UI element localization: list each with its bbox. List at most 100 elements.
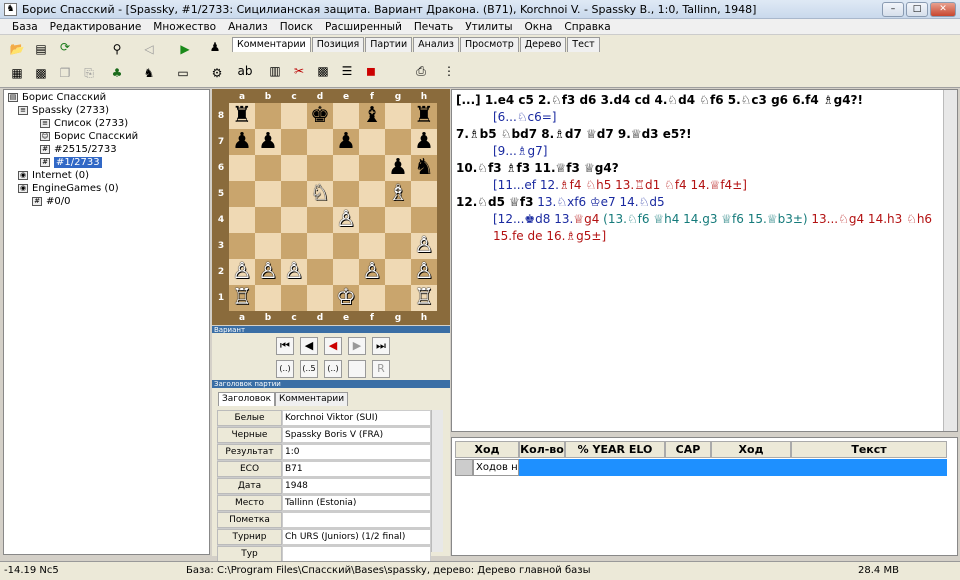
square-c1[interactable] bbox=[281, 285, 307, 311]
header-field-value[interactable]: Tallinn (Estonia) bbox=[282, 495, 431, 511]
next-variation-button[interactable]: (..) bbox=[324, 360, 342, 378]
square-a8[interactable]: ♜ bbox=[229, 103, 255, 129]
next-move-button[interactable]: ▶ bbox=[348, 337, 366, 355]
print-icon[interactable]: ⎙ bbox=[412, 63, 430, 79]
copy-icon[interactable]: ❐ bbox=[56, 65, 74, 81]
square-a5[interactable] bbox=[229, 181, 255, 207]
header-row[interactable]: Турнир Ch URS (Juniors) (1/2 final) bbox=[217, 529, 431, 546]
square-c2[interactable]: ♙ bbox=[281, 259, 307, 285]
header-row[interactable]: Пометка bbox=[217, 512, 431, 529]
square-g2[interactable] bbox=[385, 259, 411, 285]
list-icon[interactable]: ☰ bbox=[338, 63, 356, 79]
menu-item[interactable]: Расширенный bbox=[319, 21, 408, 33]
square-d7[interactable] bbox=[307, 129, 333, 155]
notation-scrollbar[interactable] bbox=[943, 90, 957, 431]
square-f7[interactable] bbox=[359, 129, 385, 155]
tree-internet[interactable]: ◉ Internet (0) bbox=[18, 170, 89, 181]
header-field-value[interactable]: Spassky Boris V (FRA) bbox=[282, 427, 431, 443]
tab-position[interactable]: Позиция bbox=[311, 37, 365, 52]
square-a1[interactable]: ♖ bbox=[229, 285, 255, 311]
square-g3[interactable] bbox=[385, 233, 411, 259]
prev-move-button[interactable]: ◀ bbox=[300, 337, 318, 355]
settings-icon[interactable]: ⚙ bbox=[208, 65, 226, 81]
grid-icon[interactable]: ▩ bbox=[32, 65, 50, 81]
back-arrow-icon[interactable]: ◁ bbox=[140, 41, 158, 57]
search-icon[interactable]: ⚲ bbox=[108, 41, 126, 57]
square-g6[interactable]: ♟ bbox=[385, 155, 411, 181]
square-d6[interactable] bbox=[307, 155, 333, 181]
close-button[interactable]: ✕ bbox=[930, 2, 956, 17]
minimize-button[interactable]: – bbox=[882, 2, 904, 17]
square-c5[interactable] bbox=[281, 181, 307, 207]
play-icon[interactable]: ▶ bbox=[176, 41, 194, 57]
square-h4[interactable] bbox=[411, 207, 437, 233]
current-move-button[interactable]: ◀ bbox=[324, 337, 342, 355]
square-h5[interactable] bbox=[411, 181, 437, 207]
variation-line[interactable]: [11...ef 12.♗f4 ♘h5 13.♖d1 ♘f4 14.♕f4±] bbox=[456, 177, 953, 194]
calculator-icon[interactable]: ▥ bbox=[266, 63, 284, 79]
square-f2[interactable]: ♙ bbox=[359, 259, 385, 285]
menu-item[interactable]: Редактирование bbox=[44, 21, 148, 33]
col-text[interactable]: Текст bbox=[791, 441, 947, 458]
tree-icon[interactable]: ♣ bbox=[108, 65, 126, 81]
notation-line[interactable]: 10.♘f3 ♗f3 11.♕f3 ♕g4? bbox=[456, 160, 953, 177]
square-b4[interactable] bbox=[255, 207, 281, 233]
square-d1[interactable] bbox=[307, 285, 333, 311]
square-h2[interactable]: ♙ bbox=[411, 259, 437, 285]
square-a4[interactable] bbox=[229, 207, 255, 233]
tab-header-comments[interactable]: Комментарии bbox=[275, 392, 349, 406]
edit-button[interactable]: R bbox=[372, 360, 390, 378]
square-c3[interactable] bbox=[281, 233, 307, 259]
square-g1[interactable] bbox=[385, 285, 411, 311]
square-b3[interactable] bbox=[255, 233, 281, 259]
header-field-value[interactable] bbox=[282, 546, 431, 562]
square-a3[interactable] bbox=[229, 233, 255, 259]
square-c8[interactable] bbox=[281, 103, 307, 129]
database-icon[interactable]: ▤ bbox=[32, 41, 50, 57]
square-g8[interactable] bbox=[385, 103, 411, 129]
square-f8[interactable]: ♝ bbox=[359, 103, 385, 129]
menu-item[interactable]: Утилиты bbox=[459, 21, 518, 33]
square-a7[interactable]: ♟ bbox=[229, 129, 255, 155]
col-move[interactable]: Ход bbox=[455, 441, 519, 458]
variation-line[interactable]: [6...♘c6=] bbox=[456, 109, 953, 126]
col-count[interactable]: Кол-во bbox=[519, 441, 565, 458]
text-format-icon[interactable]: ab bbox=[236, 63, 254, 79]
notation-line[interactable]: 12.♘d5 ♕f3 13.♘xf6 ♔e7 14.♘d5 bbox=[456, 194, 953, 211]
chessboard[interactable]: ♜ ♚ ♝ ♜ ♟ ♟ ♟ ♟ ♟ ♞ ♘ ♗ ♙ ♙ ♙ ♙ ♙ ♙ ♙ ♖ ♔ ♖ bbox=[229, 103, 437, 311]
square-e2[interactable] bbox=[333, 259, 359, 285]
paste-icon[interactable]: ⎘ bbox=[80, 65, 98, 81]
square-d4[interactable] bbox=[307, 207, 333, 233]
chessboard-icon[interactable]: ▩ bbox=[314, 63, 332, 79]
square-c7[interactable] bbox=[281, 129, 307, 155]
square-a6[interactable] bbox=[229, 155, 255, 181]
square-b2[interactable]: ♙ bbox=[255, 259, 281, 285]
square-a2[interactable]: ♙ bbox=[229, 259, 255, 285]
header-field-value[interactable]: B71 bbox=[282, 461, 431, 477]
board-icon[interactable]: ▦ bbox=[8, 65, 26, 81]
header-field-value[interactable]: 1:0 bbox=[282, 444, 431, 460]
square-b8[interactable] bbox=[255, 103, 281, 129]
square-h7[interactable]: ♟ bbox=[411, 129, 437, 155]
notation-panel[interactable]: [...] 1.e4 c5 2.♘f3 d6 3.d4 cd 4.♘d4 ♘f6… bbox=[451, 89, 958, 432]
players-icon[interactable]: ♟ bbox=[206, 39, 224, 55]
square-c4[interactable] bbox=[281, 207, 307, 233]
header-field-value[interactable]: Korchnoi Viktor (SUI) bbox=[282, 410, 431, 426]
scissors-icon[interactable]: ✂ bbox=[290, 63, 308, 79]
square-d2[interactable] bbox=[307, 259, 333, 285]
square-c6[interactable] bbox=[281, 155, 307, 181]
square-f4[interactable] bbox=[359, 207, 385, 233]
tab-test[interactable]: Тест bbox=[567, 37, 600, 52]
square-b1[interactable] bbox=[255, 285, 281, 311]
square-b5[interactable] bbox=[255, 181, 281, 207]
tab-analysis[interactable]: Анализ bbox=[413, 37, 459, 52]
header-field-value[interactable]: Ch URS (Juniors) (1/2 final) bbox=[282, 529, 431, 545]
menu-item[interactable]: Справка bbox=[558, 21, 616, 33]
header-scrollbar[interactable] bbox=[431, 410, 443, 552]
square-d3[interactable] bbox=[307, 233, 333, 259]
square-f5[interactable] bbox=[359, 181, 385, 207]
menu-item[interactable]: Печать bbox=[408, 21, 459, 33]
header-row[interactable]: Белые Korchnoi Viktor (SUI) bbox=[217, 410, 431, 427]
notation-line[interactable]: [...] 1.e4 c5 2.♘f3 d6 3.d4 cd 4.♘d4 ♘f6… bbox=[456, 92, 953, 109]
blank-button[interactable] bbox=[348, 360, 366, 378]
